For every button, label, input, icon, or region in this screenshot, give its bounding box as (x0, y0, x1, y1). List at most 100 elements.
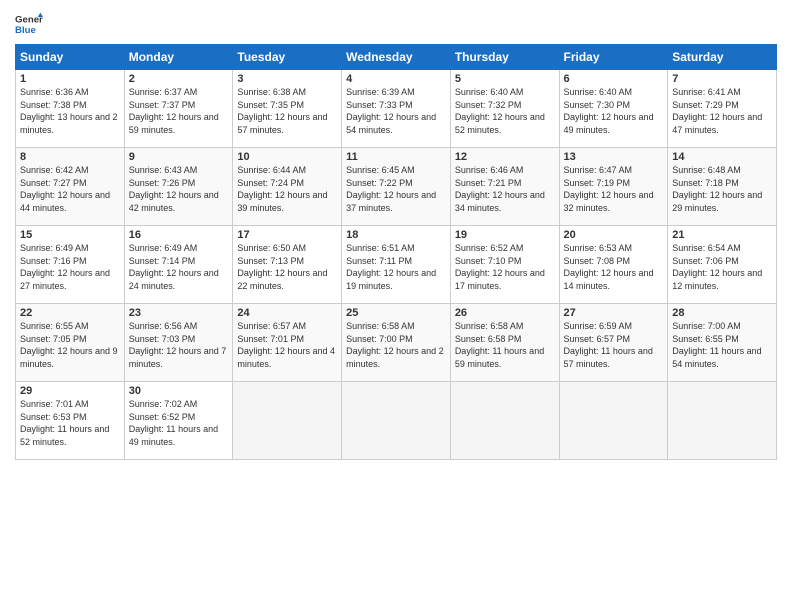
day-number: 27 (564, 307, 664, 319)
weekday-header-saturday: Saturday (668, 45, 777, 70)
weekday-header-tuesday: Tuesday (233, 45, 342, 70)
svg-text:Blue: Blue (15, 25, 36, 36)
day-number: 11 (346, 151, 446, 163)
calendar-cell: 1 Sunrise: 6:36 AMSunset: 7:38 PMDayligh… (16, 70, 125, 148)
calendar-cell: 7 Sunrise: 6:41 AMSunset: 7:29 PMDayligh… (668, 70, 777, 148)
calendar-cell: 28 Sunrise: 7:00 AMSunset: 6:55 PMDaylig… (668, 304, 777, 382)
day-number: 21 (672, 229, 772, 241)
weekday-header-thursday: Thursday (450, 45, 559, 70)
calendar-week-4: 22 Sunrise: 6:55 AMSunset: 7:05 PMDaylig… (16, 304, 777, 382)
weekday-header-monday: Monday (124, 45, 233, 70)
calendar-cell (233, 382, 342, 460)
day-number: 9 (129, 151, 229, 163)
day-info: Sunrise: 6:48 AMSunset: 7:18 PMDaylight:… (672, 164, 772, 214)
calendar-week-3: 15 Sunrise: 6:49 AMSunset: 7:16 PMDaylig… (16, 226, 777, 304)
calendar-cell (668, 382, 777, 460)
day-number: 5 (455, 73, 555, 85)
day-info: Sunrise: 6:56 AMSunset: 7:03 PMDaylight:… (129, 320, 229, 370)
calendar-cell: 16 Sunrise: 6:49 AMSunset: 7:14 PMDaylig… (124, 226, 233, 304)
calendar-cell: 15 Sunrise: 6:49 AMSunset: 7:16 PMDaylig… (16, 226, 125, 304)
day-info: Sunrise: 6:46 AMSunset: 7:21 PMDaylight:… (455, 164, 555, 214)
day-info: Sunrise: 7:01 AMSunset: 6:53 PMDaylight:… (20, 398, 120, 448)
day-info: Sunrise: 6:53 AMSunset: 7:08 PMDaylight:… (564, 242, 664, 292)
day-info: Sunrise: 6:58 AMSunset: 7:00 PMDaylight:… (346, 320, 446, 370)
weekday-header-sunday: Sunday (16, 45, 125, 70)
calendar-cell: 20 Sunrise: 6:53 AMSunset: 7:08 PMDaylig… (559, 226, 668, 304)
day-info: Sunrise: 6:51 AMSunset: 7:11 PMDaylight:… (346, 242, 446, 292)
day-info: Sunrise: 6:50 AMSunset: 7:13 PMDaylight:… (237, 242, 337, 292)
day-info: Sunrise: 6:52 AMSunset: 7:10 PMDaylight:… (455, 242, 555, 292)
logo-icon: General Blue (15, 10, 43, 38)
day-info: Sunrise: 6:39 AMSunset: 7:33 PMDaylight:… (346, 86, 446, 136)
calendar-cell: 10 Sunrise: 6:44 AMSunset: 7:24 PMDaylig… (233, 148, 342, 226)
day-info: Sunrise: 6:55 AMSunset: 7:05 PMDaylight:… (20, 320, 120, 370)
calendar-cell (559, 382, 668, 460)
calendar-cell: 22 Sunrise: 6:55 AMSunset: 7:05 PMDaylig… (16, 304, 125, 382)
day-info: Sunrise: 6:54 AMSunset: 7:06 PMDaylight:… (672, 242, 772, 292)
calendar-cell: 24 Sunrise: 6:57 AMSunset: 7:01 PMDaylig… (233, 304, 342, 382)
calendar-cell: 25 Sunrise: 6:58 AMSunset: 7:00 PMDaylig… (342, 304, 451, 382)
calendar-body: 1 Sunrise: 6:36 AMSunset: 7:38 PMDayligh… (16, 70, 777, 460)
day-info: Sunrise: 6:44 AMSunset: 7:24 PMDaylight:… (237, 164, 337, 214)
calendar-cell: 19 Sunrise: 6:52 AMSunset: 7:10 PMDaylig… (450, 226, 559, 304)
weekday-header-wednesday: Wednesday (342, 45, 451, 70)
calendar-week-5: 29 Sunrise: 7:01 AMSunset: 6:53 PMDaylig… (16, 382, 777, 460)
day-number: 3 (237, 73, 337, 85)
day-info: Sunrise: 6:47 AMSunset: 7:19 PMDaylight:… (564, 164, 664, 214)
day-number: 13 (564, 151, 664, 163)
calendar-cell: 17 Sunrise: 6:50 AMSunset: 7:13 PMDaylig… (233, 226, 342, 304)
day-info: Sunrise: 7:02 AMSunset: 6:52 PMDaylight:… (129, 398, 229, 448)
calendar-cell: 27 Sunrise: 6:59 AMSunset: 6:57 PMDaylig… (559, 304, 668, 382)
day-number: 14 (672, 151, 772, 163)
day-info: Sunrise: 6:42 AMSunset: 7:27 PMDaylight:… (20, 164, 120, 214)
day-number: 29 (20, 385, 120, 397)
calendar-cell: 8 Sunrise: 6:42 AMSunset: 7:27 PMDayligh… (16, 148, 125, 226)
day-number: 22 (20, 307, 120, 319)
calendar-cell: 18 Sunrise: 6:51 AMSunset: 7:11 PMDaylig… (342, 226, 451, 304)
calendar-table: SundayMondayTuesdayWednesdayThursdayFrid… (15, 44, 777, 460)
day-number: 7 (672, 73, 772, 85)
day-info: Sunrise: 6:45 AMSunset: 7:22 PMDaylight:… (346, 164, 446, 214)
day-number: 26 (455, 307, 555, 319)
page-container: General Blue SundayMondayTuesdayWednesda… (0, 0, 792, 470)
calendar-cell: 5 Sunrise: 6:40 AMSunset: 7:32 PMDayligh… (450, 70, 559, 148)
day-number: 6 (564, 73, 664, 85)
calendar-cell: 9 Sunrise: 6:43 AMSunset: 7:26 PMDayligh… (124, 148, 233, 226)
day-number: 15 (20, 229, 120, 241)
day-number: 24 (237, 307, 337, 319)
day-number: 28 (672, 307, 772, 319)
day-info: Sunrise: 7:00 AMSunset: 6:55 PMDaylight:… (672, 320, 772, 370)
day-number: 1 (20, 73, 120, 85)
header: General Blue (15, 10, 777, 38)
calendar-cell: 2 Sunrise: 6:37 AMSunset: 7:37 PMDayligh… (124, 70, 233, 148)
day-info: Sunrise: 6:43 AMSunset: 7:26 PMDaylight:… (129, 164, 229, 214)
calendar-cell (342, 382, 451, 460)
day-number: 25 (346, 307, 446, 319)
calendar-header-row: SundayMondayTuesdayWednesdayThursdayFrid… (16, 45, 777, 70)
logo: General Blue (15, 10, 43, 38)
day-number: 2 (129, 73, 229, 85)
calendar-week-1: 1 Sunrise: 6:36 AMSunset: 7:38 PMDayligh… (16, 70, 777, 148)
day-info: Sunrise: 6:36 AMSunset: 7:38 PMDaylight:… (20, 86, 120, 136)
day-number: 8 (20, 151, 120, 163)
calendar-cell: 30 Sunrise: 7:02 AMSunset: 6:52 PMDaylig… (124, 382, 233, 460)
day-info: Sunrise: 6:41 AMSunset: 7:29 PMDaylight:… (672, 86, 772, 136)
day-number: 4 (346, 73, 446, 85)
calendar-cell: 23 Sunrise: 6:56 AMSunset: 7:03 PMDaylig… (124, 304, 233, 382)
day-number: 18 (346, 229, 446, 241)
calendar-cell: 4 Sunrise: 6:39 AMSunset: 7:33 PMDayligh… (342, 70, 451, 148)
day-number: 30 (129, 385, 229, 397)
calendar-cell: 11 Sunrise: 6:45 AMSunset: 7:22 PMDaylig… (342, 148, 451, 226)
calendar-cell: 14 Sunrise: 6:48 AMSunset: 7:18 PMDaylig… (668, 148, 777, 226)
day-info: Sunrise: 6:49 AMSunset: 7:14 PMDaylight:… (129, 242, 229, 292)
calendar-cell: 3 Sunrise: 6:38 AMSunset: 7:35 PMDayligh… (233, 70, 342, 148)
calendar-cell: 21 Sunrise: 6:54 AMSunset: 7:06 PMDaylig… (668, 226, 777, 304)
day-info: Sunrise: 6:57 AMSunset: 7:01 PMDaylight:… (237, 320, 337, 370)
day-number: 17 (237, 229, 337, 241)
day-number: 23 (129, 307, 229, 319)
calendar-cell: 13 Sunrise: 6:47 AMSunset: 7:19 PMDaylig… (559, 148, 668, 226)
calendar-cell: 29 Sunrise: 7:01 AMSunset: 6:53 PMDaylig… (16, 382, 125, 460)
calendar-cell: 6 Sunrise: 6:40 AMSunset: 7:30 PMDayligh… (559, 70, 668, 148)
day-info: Sunrise: 6:59 AMSunset: 6:57 PMDaylight:… (564, 320, 664, 370)
day-number: 20 (564, 229, 664, 241)
